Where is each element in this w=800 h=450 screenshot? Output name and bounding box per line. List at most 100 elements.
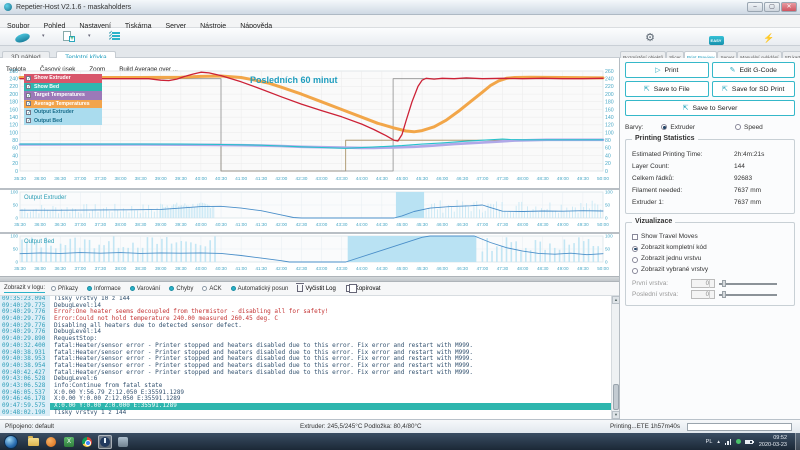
svg-text:39:30: 39:30 — [175, 266, 187, 271]
svg-text:38:00: 38:00 — [115, 222, 127, 227]
save-server-icon: ⇱ — [683, 105, 689, 112]
svg-text:38:30: 38:30 — [135, 176, 147, 182]
svg-text:42:00: 42:00 — [276, 222, 288, 227]
maximize-button[interactable]: ▢ — [764, 2, 780, 12]
taskbar-gray-app-icon[interactable] — [116, 435, 130, 449]
copy-log-button[interactable]: Kopírovat — [346, 285, 381, 292]
log-filter-2[interactable]: Varování — [130, 286, 161, 292]
chart-title: Posledních 60 minut — [250, 75, 338, 85]
svg-text:44:00: 44:00 — [356, 266, 368, 271]
taskbar-clock[interactable]: 09:522020-03-23 — [759, 435, 787, 448]
log-message: fatal:Heater/sensor error - Printer stop… — [50, 370, 473, 377]
filter-dot-icon — [87, 286, 92, 291]
legend-item-1[interactable]: ✓Show Bed — [24, 83, 102, 92]
taskbar-orange-app-icon[interactable] — [44, 435, 58, 449]
taskbar-repetier-host-icon[interactable] — [98, 435, 112, 449]
close-button[interactable]: ✕ — [781, 2, 797, 12]
edit-gcode-button[interactable]: ✎ Edit G-Code — [712, 62, 796, 78]
log-filter-4[interactable]: ACK — [202, 286, 221, 292]
last-layer-spinner[interactable]: 0 — [691, 290, 715, 299]
save-to-server-button[interactable]: ⇱ Save to Server — [625, 100, 795, 116]
legend-checkbox-icon[interactable]: ✓ — [26, 110, 31, 115]
log-filter-0[interactable]: Příkazy — [51, 286, 78, 292]
svg-text:50: 50 — [13, 203, 19, 208]
svg-text:50: 50 — [605, 247, 611, 252]
svg-text:40:30: 40:30 — [215, 176, 227, 182]
svg-text:20: 20 — [605, 161, 611, 167]
log-list[interactable]: 09:35:23.094Tisky vrstvy 10 z 14409:40:2… — [0, 296, 619, 419]
legend-item-4[interactable]: ✓Output Extruder — [24, 108, 102, 117]
svg-text:35:30: 35:30 — [14, 222, 26, 227]
disconnect-dropdown-arrow[interactable]: ▾ — [42, 33, 45, 39]
legend-item-3[interactable]: ✓Average Temperatures — [24, 100, 102, 109]
log-row[interactable]: 09:48:02.190Tisky vrstvy 1 z 144 — [0, 410, 619, 417]
svg-text:44:30: 44:30 — [376, 222, 388, 227]
svg-text:50:00: 50:00 — [597, 266, 609, 271]
clear-log-button[interactable]: Vyčistit Log — [297, 285, 335, 292]
output-bed-chart-svg[interactable]: 35:3036:0036:3037:0037:3038:0038:3039:00… — [0, 234, 619, 276]
output-extruder-chart-svg[interactable]: 35:3036:0036:3037:0037:3038:0038:3039:00… — [0, 190, 619, 232]
radio-extruder[interactable]: Extruder — [661, 123, 695, 131]
hidden-icons-chevron[interactable]: ▲ — [716, 439, 720, 444]
antivirus-icon[interactable] — [736, 439, 741, 444]
svg-text:60: 60 — [605, 146, 611, 152]
printing-statistics-group: Printing Statistics Estimated Printing T… — [625, 139, 795, 214]
svg-text:35:30: 35:30 — [14, 176, 26, 182]
log-filter-5[interactable]: Automatický posun — [231, 286, 289, 292]
svg-text:43:00: 43:00 — [316, 176, 328, 182]
svg-text:41:00: 41:00 — [235, 176, 247, 182]
minimize-button[interactable]: – — [747, 2, 763, 12]
legend-checkbox-icon[interactable]: ✓ — [26, 76, 31, 81]
show-travel-moves-checkbox[interactable]: Show Travel Moves — [632, 231, 788, 242]
taskbar-chrome-icon[interactable] — [80, 435, 94, 449]
log-filter-3[interactable]: Chyby — [169, 286, 193, 292]
legend-item-5[interactable]: ✓Output Bed — [24, 117, 102, 126]
legend-item-2[interactable]: ✓Target Temperatures — [24, 91, 102, 100]
last-layer-slider[interactable] — [719, 290, 777, 299]
save-to-file-button[interactable]: ⇱ Save to File — [625, 81, 709, 97]
log-scrollbar[interactable]: ▲ ▼ — [611, 296, 619, 419]
save-for-sd-button[interactable]: ⇱ Save for SD Print — [712, 81, 796, 97]
svg-text:44:30: 44:30 — [376, 266, 388, 271]
taskbar-folder-icon[interactable] — [26, 435, 40, 449]
first-layer-spinner[interactable]: 0 — [691, 279, 715, 288]
svg-text:42:30: 42:30 — [295, 176, 307, 182]
filter-dot-icon — [51, 286, 56, 291]
svg-text:48:00: 48:00 — [517, 176, 529, 182]
svg-text:45:30: 45:30 — [416, 266, 428, 271]
print-button[interactable]: ▷ Print — [625, 62, 709, 78]
battery-icon[interactable] — [745, 440, 753, 444]
easy-mode-icon: EASY — [709, 36, 724, 45]
first-layer-label: První vrstva: — [632, 280, 687, 287]
svg-text:37:00: 37:00 — [75, 266, 87, 271]
language-indicator[interactable]: PL — [706, 439, 713, 445]
log-message: Tisky vrstvy 1 z 144 — [50, 410, 126, 417]
radio-show-layer-range[interactable]: Zobrazit vybrané vrstvy — [632, 264, 788, 275]
titlebar[interactable]: Repetier-Host V2.1.6 - maskaholders – ▢ … — [0, 0, 800, 15]
svg-text:39:30: 39:30 — [175, 176, 187, 182]
svg-text:160: 160 — [9, 107, 18, 113]
svg-text:44:00: 44:00 — [356, 222, 368, 227]
first-layer-slider[interactable] — [719, 279, 777, 288]
legend-checkbox-icon[interactable]: ✓ — [26, 93, 31, 98]
svg-text:140: 140 — [9, 115, 18, 121]
legend-checkbox-icon[interactable]: ✓ — [26, 84, 31, 89]
legend-item-0[interactable]: ✓Show Extruder — [24, 74, 102, 83]
svg-text:47:00: 47:00 — [477, 266, 489, 271]
network-icon[interactable] — [725, 439, 732, 445]
legend-checkbox-icon[interactable]: ✓ — [26, 101, 31, 106]
radio-show-complete-code[interactable]: Zobrazit kompletní kód — [632, 242, 788, 253]
svg-text:41:30: 41:30 — [255, 222, 267, 227]
visualization-group: Vizualizace Show Travel Moves Zobrazit k… — [625, 222, 795, 306]
svg-text:43:30: 43:30 — [336, 266, 348, 271]
svg-text:260: 260 — [605, 69, 614, 75]
taskbar-green-app-icon[interactable]: X — [62, 435, 76, 449]
radio-speed[interactable]: Speed — [735, 123, 763, 131]
log-filter-1[interactable]: Informace — [87, 286, 121, 292]
show-desktop-button[interactable] — [795, 433, 800, 450]
log-filters: Příkazy Informace Varování Chyby ACK Automati… — [51, 286, 297, 292]
load-dropdown-arrow[interactable]: ▾ — [88, 33, 91, 39]
legend-checkbox-icon[interactable]: ✓ — [26, 118, 31, 123]
start-button[interactable] — [4, 435, 18, 449]
radio-show-single-layer[interactable]: Zobrazit jednu vrstvu — [632, 253, 788, 264]
